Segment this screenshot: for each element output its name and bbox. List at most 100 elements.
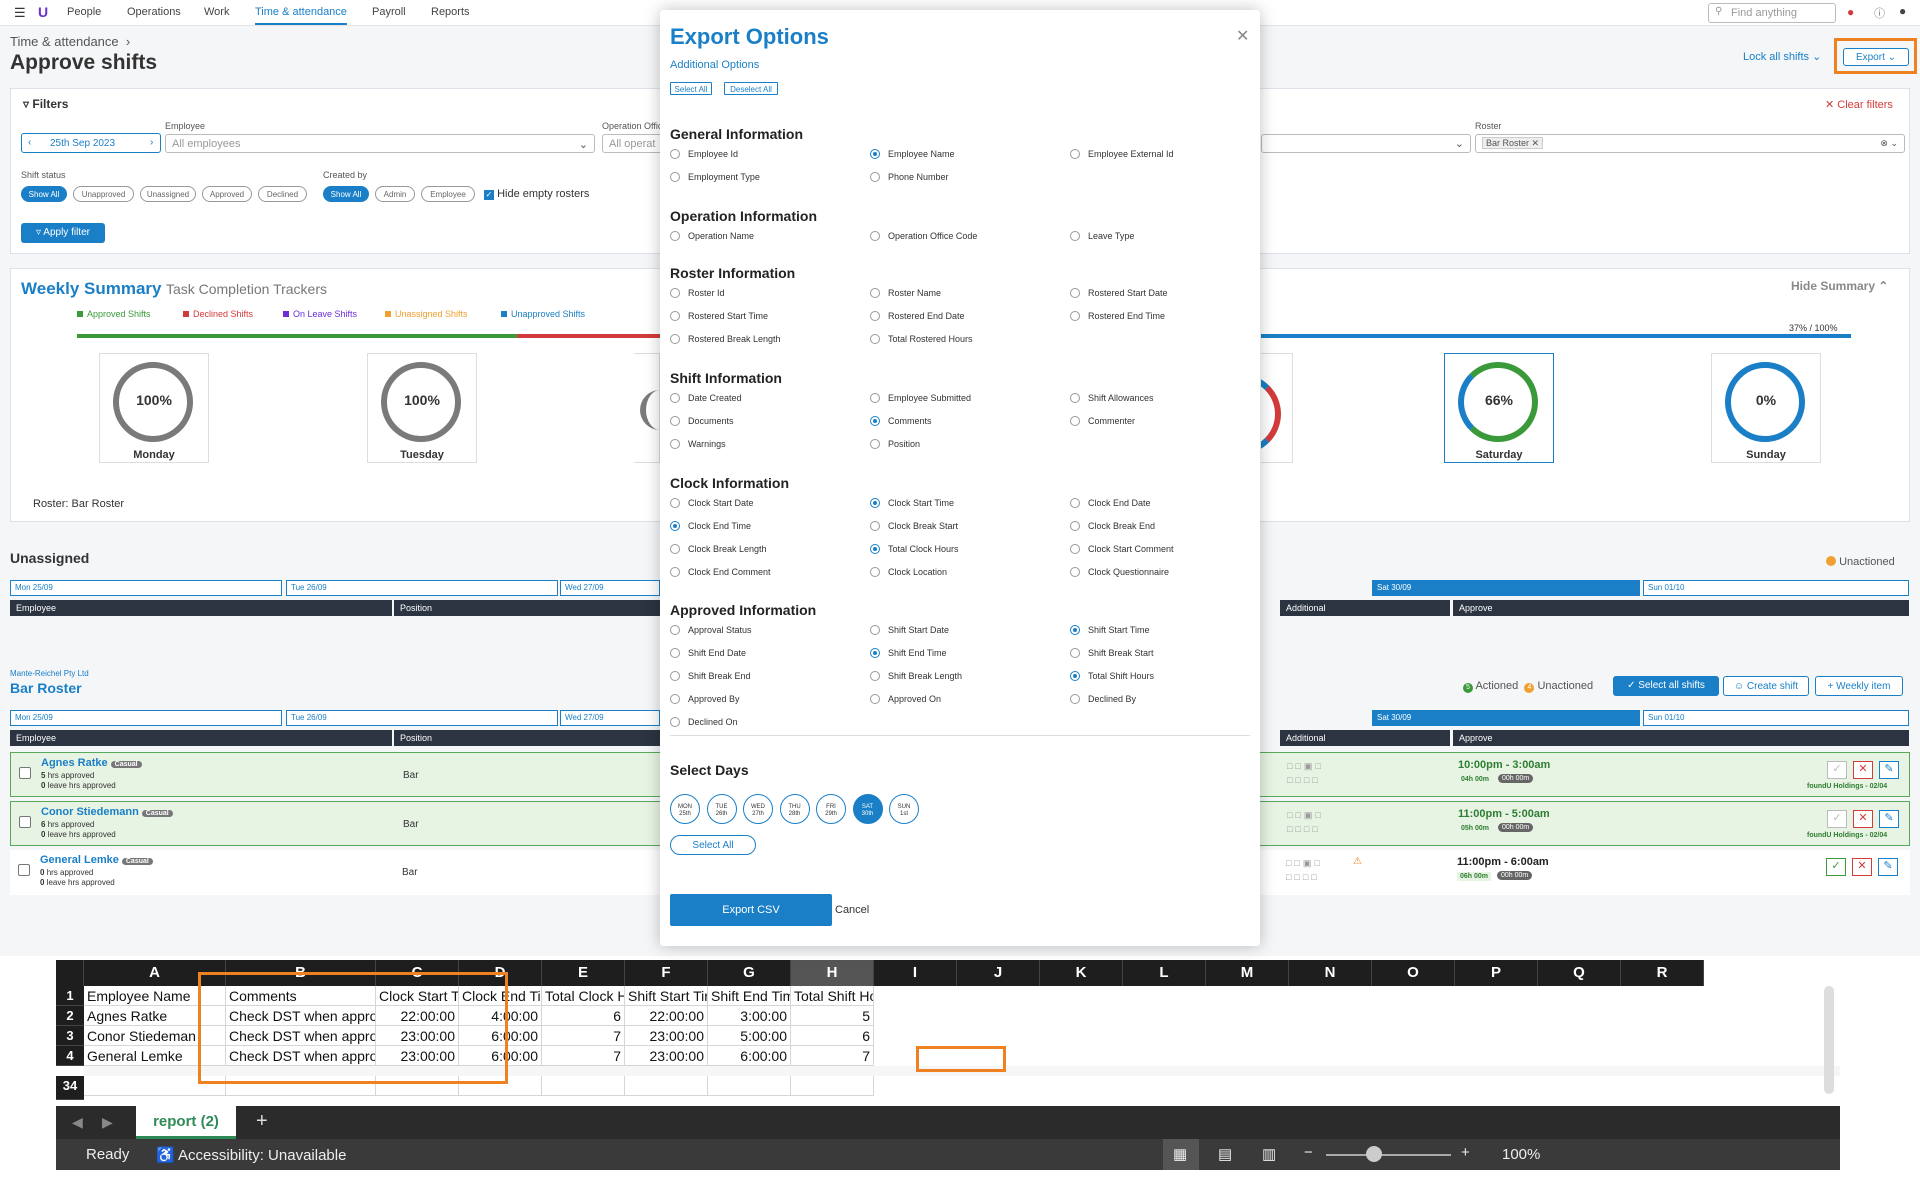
spreadsheet-cell[interactable]: 3:00:00 <box>708 1006 791 1026</box>
export-option[interactable]: Approved By <box>670 694 740 704</box>
select-all-shifts-button[interactable]: ✓ Select all shifts <box>1613 676 1719 696</box>
roster-select[interactable]: Bar Roster ✕ ⊗ ⌄ <box>1475 134 1905 153</box>
radio-unselected-icon[interactable] <box>1070 694 1080 704</box>
radio-unselected-icon[interactable] <box>870 671 880 681</box>
spreadsheet-cell[interactable]: 7 <box>791 1046 874 1066</box>
export-option[interactable]: Total Rostered Hours <box>870 334 973 344</box>
lock-all-shifts-button[interactable]: Lock all shifts ⌄ <box>1743 50 1821 63</box>
roster-day-mon[interactable]: Mon 25/09 <box>10 710 282 726</box>
export-option[interactable]: Total Clock Hours <box>870 544 959 554</box>
export-option[interactable]: Operation Name <box>670 231 754 241</box>
export-option[interactable]: Approved On <box>870 694 941 704</box>
hamburger-menu-icon[interactable]: ☰ <box>14 5 26 21</box>
page-layout-icon[interactable]: ▤ <box>1218 1145 1232 1163</box>
export-option[interactable]: Shift Break Length <box>870 671 962 681</box>
export-option[interactable]: Operation Office Code <box>870 231 977 241</box>
radio-unselected-icon[interactable] <box>670 311 680 321</box>
column-header[interactable]: H <box>791 960 874 986</box>
created-employee[interactable]: Employee <box>421 186 475 202</box>
radio-selected-icon[interactable] <box>1070 625 1080 635</box>
zoom-slider[interactable] <box>1326 1154 1451 1156</box>
export-option[interactable]: Clock Break Start <box>870 521 958 531</box>
export-option[interactable]: Approval Status <box>670 625 752 635</box>
hide-summary-button[interactable]: Hide Summary ⌃ <box>1791 279 1888 293</box>
day-ring-monday[interactable]: 100% Monday <box>99 353 209 463</box>
row-header[interactable]: 3 <box>56 1026 84 1046</box>
export-option[interactable]: Clock End Time <box>670 521 751 531</box>
row-checkbox[interactable] <box>19 816 31 828</box>
approve-check-icon[interactable]: ✓ <box>1827 810 1847 828</box>
unassigned-day-sat[interactable]: Sat 30/09 <box>1372 580 1640 596</box>
day-ring-tuesday[interactable]: 100% Tuesday <box>367 353 477 463</box>
nav-payroll[interactable]: Payroll <box>372 6 406 18</box>
radio-selected-icon[interactable] <box>870 544 880 554</box>
spreadsheet-cell[interactable]: 7 <box>542 1026 625 1046</box>
next-sheet-icon[interactable]: ▶ <box>102 1114 113 1131</box>
day-toggle-button[interactable]: WED 27th <box>743 794 773 824</box>
status-declined[interactable]: Declined <box>258 186 307 202</box>
edit-pencil-icon[interactable]: ✎ <box>1879 810 1899 828</box>
export-csv-button[interactable]: Export CSV <box>670 894 832 926</box>
export-option[interactable]: Declined By <box>1070 694 1136 704</box>
unassigned-day-mon[interactable]: Mon 25/09 <box>10 580 282 596</box>
spreadsheet-cell[interactable]: 7 <box>542 1046 625 1066</box>
export-option[interactable]: Phone Number <box>870 172 949 182</box>
spreadsheet-cell[interactable]: Total Clock H <box>542 986 625 1006</box>
radio-unselected-icon[interactable] <box>1070 231 1080 241</box>
user-avatar-icon[interactable]: ● <box>1899 4 1906 18</box>
radio-unselected-icon[interactable] <box>1070 311 1080 321</box>
nav-time-attendance[interactable]: Time & attendance <box>255 6 347 25</box>
status-unassigned[interactable]: Unassigned <box>140 186 196 202</box>
edit-pencil-icon[interactable]: ✎ <box>1878 858 1898 876</box>
day-toggle-button[interactable]: THU 28th <box>779 794 810 824</box>
export-option[interactable]: Leave Type <box>1070 231 1134 241</box>
column-header[interactable]: O <box>1372 960 1455 986</box>
radio-unselected-icon[interactable] <box>870 172 880 182</box>
radio-unselected-icon[interactable] <box>1070 149 1080 159</box>
shift-extra-icons[interactable]: □□□□ <box>1287 824 1321 834</box>
radio-selected-icon[interactable] <box>1070 671 1080 681</box>
decline-x-icon[interactable]: ✕ <box>1852 858 1872 876</box>
radio-unselected-icon[interactable] <box>1070 521 1080 531</box>
create-shift-button[interactable]: ☺ Create shift <box>1723 676 1809 696</box>
spreadsheet-cell[interactable]: Shift End Tim <box>708 986 791 1006</box>
export-option[interactable]: Clock End Date <box>1070 498 1151 508</box>
export-option[interactable]: Shift Allowances <box>1070 393 1154 403</box>
row-header[interactable]: 2 <box>56 1006 84 1026</box>
radio-unselected-icon[interactable] <box>670 694 680 704</box>
radio-unselected-icon[interactable] <box>670 288 680 298</box>
export-option[interactable]: Total Shift Hours <box>1070 671 1154 681</box>
edit-pencil-icon[interactable]: ✎ <box>1879 761 1899 779</box>
export-option[interactable]: Shift Start Date <box>870 625 949 635</box>
export-option[interactable]: Shift Break Start <box>1070 648 1154 658</box>
page-break-icon[interactable]: ▥ <box>1262 1145 1276 1163</box>
status-unapproved[interactable]: Unapproved <box>73 186 134 202</box>
export-option[interactable]: Clock Break End <box>1070 521 1155 531</box>
radio-unselected-icon[interactable] <box>1070 567 1080 577</box>
created-admin[interactable]: Admin <box>375 186 415 202</box>
radio-unselected-icon[interactable] <box>1070 288 1080 298</box>
select-all-corner[interactable] <box>56 960 84 986</box>
day-ring-saturday[interactable]: 66% Saturday <box>1444 353 1554 463</box>
spreadsheet-cell[interactable] <box>542 1076 625 1096</box>
cancel-button[interactable]: Cancel <box>835 904 869 916</box>
approve-check-icon[interactable]: ✓ <box>1827 761 1847 779</box>
decline-x-icon[interactable]: ✕ <box>1853 761 1873 779</box>
employee-select[interactable]: All employees ⌄ <box>165 134 595 153</box>
radio-unselected-icon[interactable] <box>670 648 680 658</box>
radio-unselected-icon[interactable] <box>870 311 880 321</box>
row-header[interactable]: 34 <box>56 1076 84 1100</box>
spreadsheet-cell[interactable]: Shift Start Tir <box>625 986 708 1006</box>
sheet-tab[interactable]: report (2) <box>136 1106 236 1139</box>
export-option[interactable]: Clock Start Time <box>870 498 954 508</box>
day-toggle-button[interactable]: MON 25th <box>670 794 700 824</box>
export-option[interactable]: Rostered Start Time <box>670 311 768 321</box>
radio-unselected-icon[interactable] <box>670 498 680 508</box>
spreadsheet-cell[interactable]: 6 <box>791 1026 874 1046</box>
employee-name[interactable]: Agnes Ratke Casual <box>41 757 142 769</box>
unassigned-day-tue[interactable]: Tue 26/09 <box>286 580 558 596</box>
radio-unselected-icon[interactable] <box>670 334 680 344</box>
export-option[interactable]: Documents <box>670 416 734 426</box>
spreadsheet-cell[interactable]: 5:00:00 <box>708 1026 791 1046</box>
export-option[interactable]: Employee Submitted <box>870 393 971 403</box>
